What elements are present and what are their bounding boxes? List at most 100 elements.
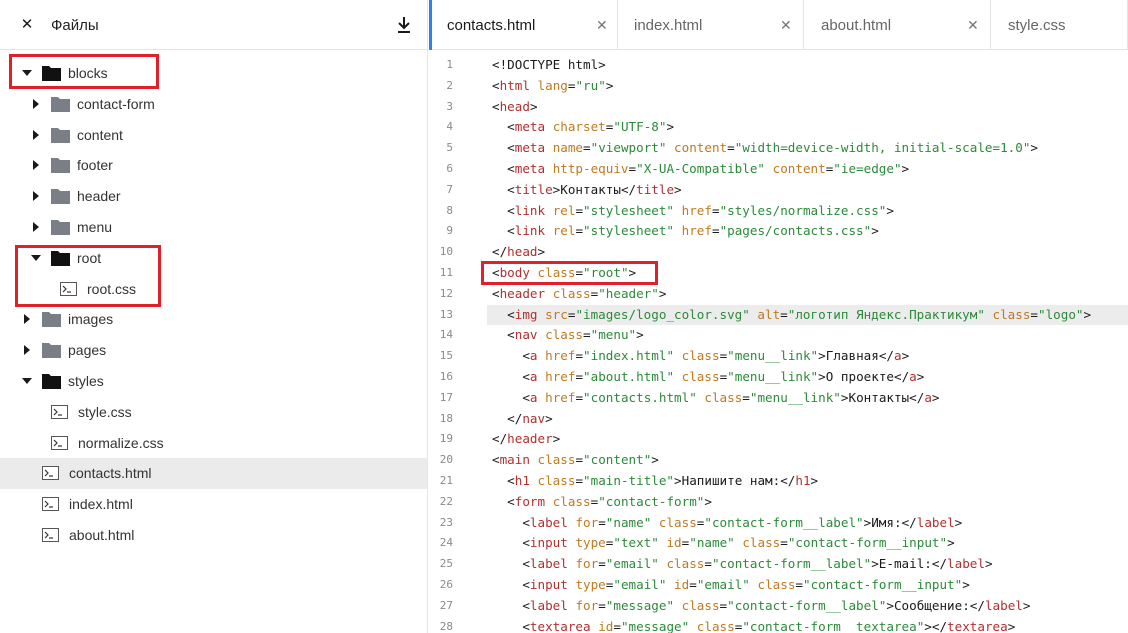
code-line[interactable]: 6 <meta http-equiv="X-UA-Compatible" con… xyxy=(429,159,1128,180)
code-line[interactable]: 14 <nav class="menu"> xyxy=(429,325,1128,346)
code-line[interactable]: 1 <!DOCTYPE html> xyxy=(429,55,1128,76)
code-line[interactable]: 20 <main class="content"> xyxy=(429,450,1128,471)
caret-right-icon[interactable] xyxy=(31,160,41,171)
tree-item-label: index.html xyxy=(69,496,133,513)
file-explorer-title: Файлы xyxy=(51,17,99,34)
code-token: class xyxy=(742,535,781,551)
code-line[interactable]: 27 <label for="message" class="contact-f… xyxy=(429,596,1128,617)
code-line[interactable]: 26 <input type="email" id="email" class=… xyxy=(429,575,1128,596)
code-line[interactable]: 10 </head> xyxy=(429,242,1128,263)
close-tab-icon[interactable]: ✕ xyxy=(967,17,979,34)
tab-index-html[interactable]: index.html ✕ xyxy=(618,0,804,50)
close-icon[interactable]: ✕ xyxy=(19,16,35,33)
folder-icon xyxy=(51,188,70,205)
code-text: <textarea id="message" class="contact-fo… xyxy=(492,617,1015,633)
code-line[interactable]: 9 <link rel="stylesheet" href="pages/con… xyxy=(429,221,1128,242)
code-text: <a href="about.html" class="menu__link">… xyxy=(492,367,924,388)
caret-right-icon[interactable] xyxy=(31,191,41,202)
tree-folder[interactable]: images xyxy=(0,304,427,335)
code-line[interactable]: 28 <textarea id="message" class="contact… xyxy=(429,617,1128,633)
close-tab-icon[interactable]: ✕ xyxy=(780,17,792,34)
code-line[interactable]: 17 <a href="contacts.html" class="menu__… xyxy=(429,388,1128,409)
code-line[interactable]: 23 <label for="name" class="contact-form… xyxy=(429,513,1128,534)
tab-style-css[interactable]: style.css xyxy=(991,0,1128,50)
line-number: 19 xyxy=(439,432,453,446)
code-line[interactable]: 25 <label for="email" class="contact-for… xyxy=(429,554,1128,575)
caret-right-icon[interactable] xyxy=(22,314,32,325)
code-line[interactable]: 4 <meta charset="UTF-8"> xyxy=(429,117,1128,138)
tree-folder[interactable]: root xyxy=(0,243,427,274)
line-number: 24 xyxy=(439,536,453,550)
caret-right-icon[interactable] xyxy=(31,221,41,232)
code-line[interactable]: 2 <html lang="ru"> xyxy=(429,76,1128,97)
code-token: "contact-form__input" xyxy=(787,535,948,551)
caret-down-icon[interactable] xyxy=(22,68,32,78)
code-token: </ xyxy=(909,389,925,405)
code-token: "email" xyxy=(613,577,667,592)
code-line[interactable]: 18 </nav> xyxy=(429,409,1128,430)
code-token: rel xyxy=(552,202,576,218)
code-line[interactable]: 12 <header class="header"> xyxy=(429,284,1128,305)
code-line[interactable]: 15 <a href="index.html" class="menu__lin… xyxy=(429,346,1128,367)
tree-folder[interactable]: header xyxy=(0,181,427,212)
code-text: <head> xyxy=(492,97,538,118)
tree-folder[interactable]: menu xyxy=(0,212,427,243)
code-token: = xyxy=(575,473,584,488)
caret-down-icon[interactable] xyxy=(31,253,41,263)
tree-file[interactable]: index.html xyxy=(0,489,427,520)
code-token: < xyxy=(492,535,530,551)
code-line[interactable]: 7 <title>Контакты</title> xyxy=(429,180,1128,201)
download-icon[interactable] xyxy=(395,15,413,35)
code-line[interactable]: 19 </header> xyxy=(429,429,1128,450)
code-token: "header" xyxy=(598,285,659,301)
tree-folder[interactable]: pages xyxy=(0,335,427,366)
tree-file[interactable]: normalize.css xyxy=(0,428,427,459)
code-text: <title>Контакты</title> xyxy=(492,180,681,201)
code-line[interactable]: 5 <meta name="viewport" content="width=d… xyxy=(429,138,1128,159)
tree-folder[interactable]: content xyxy=(0,120,427,151)
code-token: < xyxy=(492,389,530,405)
line-number: 5 xyxy=(446,141,453,155)
code-token: h1 xyxy=(514,473,530,488)
code-line[interactable]: 11 <body class="root"> xyxy=(429,263,1128,284)
code-token: a xyxy=(924,389,932,405)
line-number: 18 xyxy=(439,411,453,425)
tree-file[interactable]: about.html xyxy=(0,520,427,551)
code-token: src xyxy=(545,306,568,322)
code-line[interactable]: 8 <link rel="stylesheet" href="styles/no… xyxy=(429,201,1128,222)
caret-right-icon[interactable] xyxy=(31,98,41,109)
code-line[interactable]: 16 <a href="about.html" class="menu__lin… xyxy=(429,367,1128,388)
tree-file[interactable]: style.css xyxy=(0,397,427,428)
tree-item-label: style.css xyxy=(78,403,132,420)
tree-file[interactable]: root.css xyxy=(0,274,427,305)
caret-right-icon[interactable] xyxy=(31,129,41,140)
code-token: class xyxy=(666,556,705,572)
code-line[interactable]: 21 <h1 class="main-title">Напишите нам:<… xyxy=(429,471,1128,492)
code-line[interactable]: 13 <img src="images/logo_color.svg" alt=… xyxy=(429,305,1128,326)
code-token: id xyxy=(674,577,690,592)
tree-folder[interactable]: footer xyxy=(0,150,427,181)
close-tab-icon[interactable]: ✕ xyxy=(596,17,608,34)
tree-folder[interactable]: styles xyxy=(0,366,427,397)
code-line[interactable]: 24 <input type="text" id="name" class="c… xyxy=(429,533,1128,554)
tree-folder[interactable]: contact-form xyxy=(0,89,427,120)
tree-folder[interactable]: blocks xyxy=(0,58,427,89)
caret-right-icon[interactable] xyxy=(22,345,32,356)
caret-down-icon[interactable] xyxy=(22,376,32,386)
code-line[interactable]: 3 <head> xyxy=(429,97,1128,118)
line-number: 14 xyxy=(439,328,453,342)
code-editor[interactable]: 1 <!DOCTYPE html> 2 <html lang="ru"> 3 <head>… xyxy=(429,51,1128,633)
code-line[interactable]: 22 <form class="contact-form"> xyxy=(429,492,1128,513)
code-token: class xyxy=(552,493,591,509)
folder-icon xyxy=(51,127,70,143)
code-text: <img src="images/logo_color.svg" alt="ло… xyxy=(492,305,1091,326)
code-token: class xyxy=(537,265,576,280)
code-token: label xyxy=(947,556,985,572)
code-token: = xyxy=(704,556,712,572)
tab-about-html[interactable]: about.html ✕ xyxy=(804,0,991,50)
tree-file[interactable]: contacts.html xyxy=(0,458,427,490)
tab-contacts-html[interactable]: contacts.html ✕ xyxy=(429,0,618,50)
